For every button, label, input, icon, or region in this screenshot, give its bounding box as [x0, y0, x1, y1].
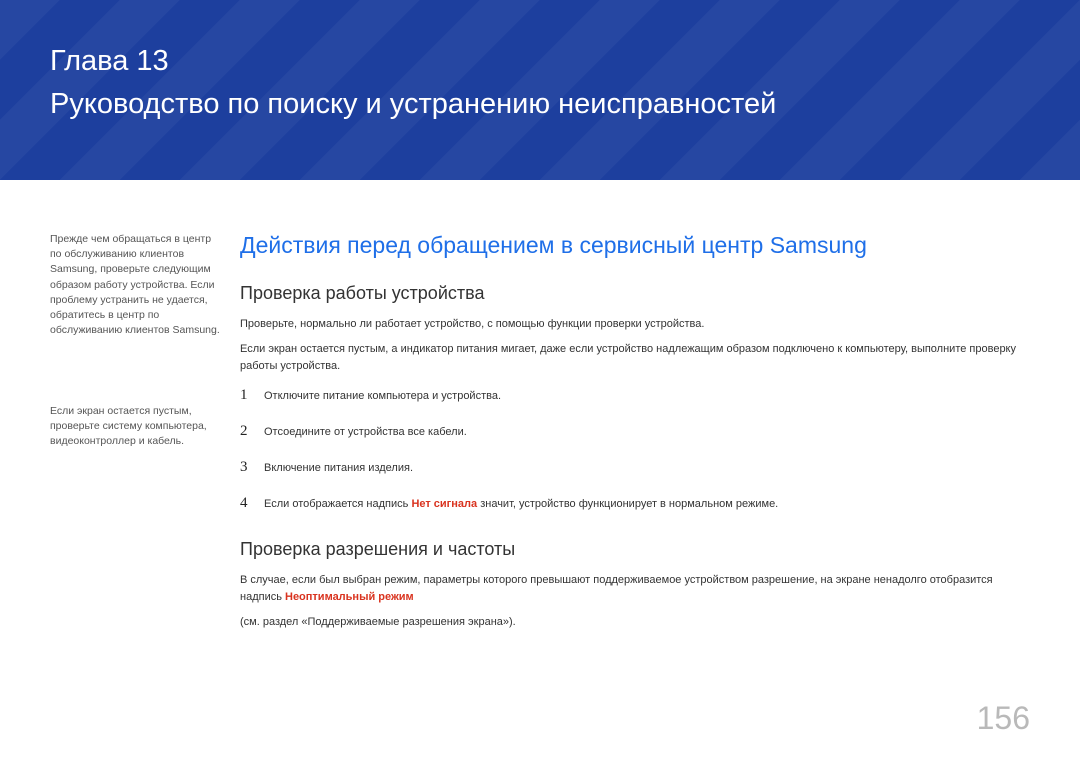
sidebar-note-2: Если экран остается пустым, проверьте си…: [50, 404, 220, 450]
highlight-no-signal: Нет сигнала: [411, 498, 477, 510]
chapter-label: Глава 13: [50, 45, 1030, 78]
list-item: 1 Отключите питание компьютера и устройс…: [240, 383, 1030, 407]
sidebar-note-1: Прежде чем обращаться в центр по обслужи…: [50, 232, 220, 339]
chapter-header: Глава 13 Руководство по поиску и устране…: [0, 0, 1080, 180]
step-number: 3: [240, 455, 264, 479]
list-item: 2 Отсоедините от устройства все кабели.: [240, 419, 1030, 443]
main-content: Действия перед обращением в сервисный це…: [240, 232, 1030, 639]
steps-list: 1 Отключите питание компьютера и устройс…: [240, 383, 1030, 515]
text-fragment: Если отображается надпись: [264, 498, 411, 510]
chapter-title: Руководство по поиску и устранению неисп…: [50, 88, 1030, 121]
page-body: Прежде чем обращаться в центр по обслужи…: [0, 180, 1080, 639]
subsection-heading-check-resolution: Проверка разрешения и частоты: [240, 539, 1030, 560]
step-text: Отключите питание компьютера и устройств…: [264, 388, 501, 406]
page-number: 156: [977, 700, 1030, 737]
subsection-heading-check-device: Проверка работы устройства: [240, 283, 1030, 304]
paragraph: (см. раздел «Поддерживаемые разрешения э…: [240, 614, 1030, 631]
document-page: Глава 13 Руководство по поиску и устране…: [0, 0, 1080, 763]
step-number: 1: [240, 383, 264, 407]
highlight-not-optimal-mode: Неоптимальный режим: [285, 591, 414, 603]
sidebar: Прежде чем обращаться в центр по обслужи…: [50, 232, 240, 639]
paragraph: В случае, если был выбран режим, парамет…: [240, 572, 1030, 606]
list-item: 4 Если отображается надпись Нет сигнала …: [240, 491, 1030, 515]
step-text: Если отображается надпись Нет сигнала зн…: [264, 496, 778, 514]
paragraph: Проверьте, нормально ли работает устройс…: [240, 316, 1030, 333]
step-text: Отсоедините от устройства все кабели.: [264, 424, 467, 442]
list-item: 3 Включение питания изделия.: [240, 455, 1030, 479]
section-heading-primary: Действия перед обращением в сервисный це…: [240, 232, 1030, 259]
paragraph: Если экран остается пустым, а индикатор …: [240, 341, 1030, 375]
step-text: Включение питания изделия.: [264, 460, 413, 478]
step-number: 4: [240, 491, 264, 515]
step-number: 2: [240, 419, 264, 443]
text-fragment: значит, устройство функционирует в норма…: [477, 498, 778, 510]
